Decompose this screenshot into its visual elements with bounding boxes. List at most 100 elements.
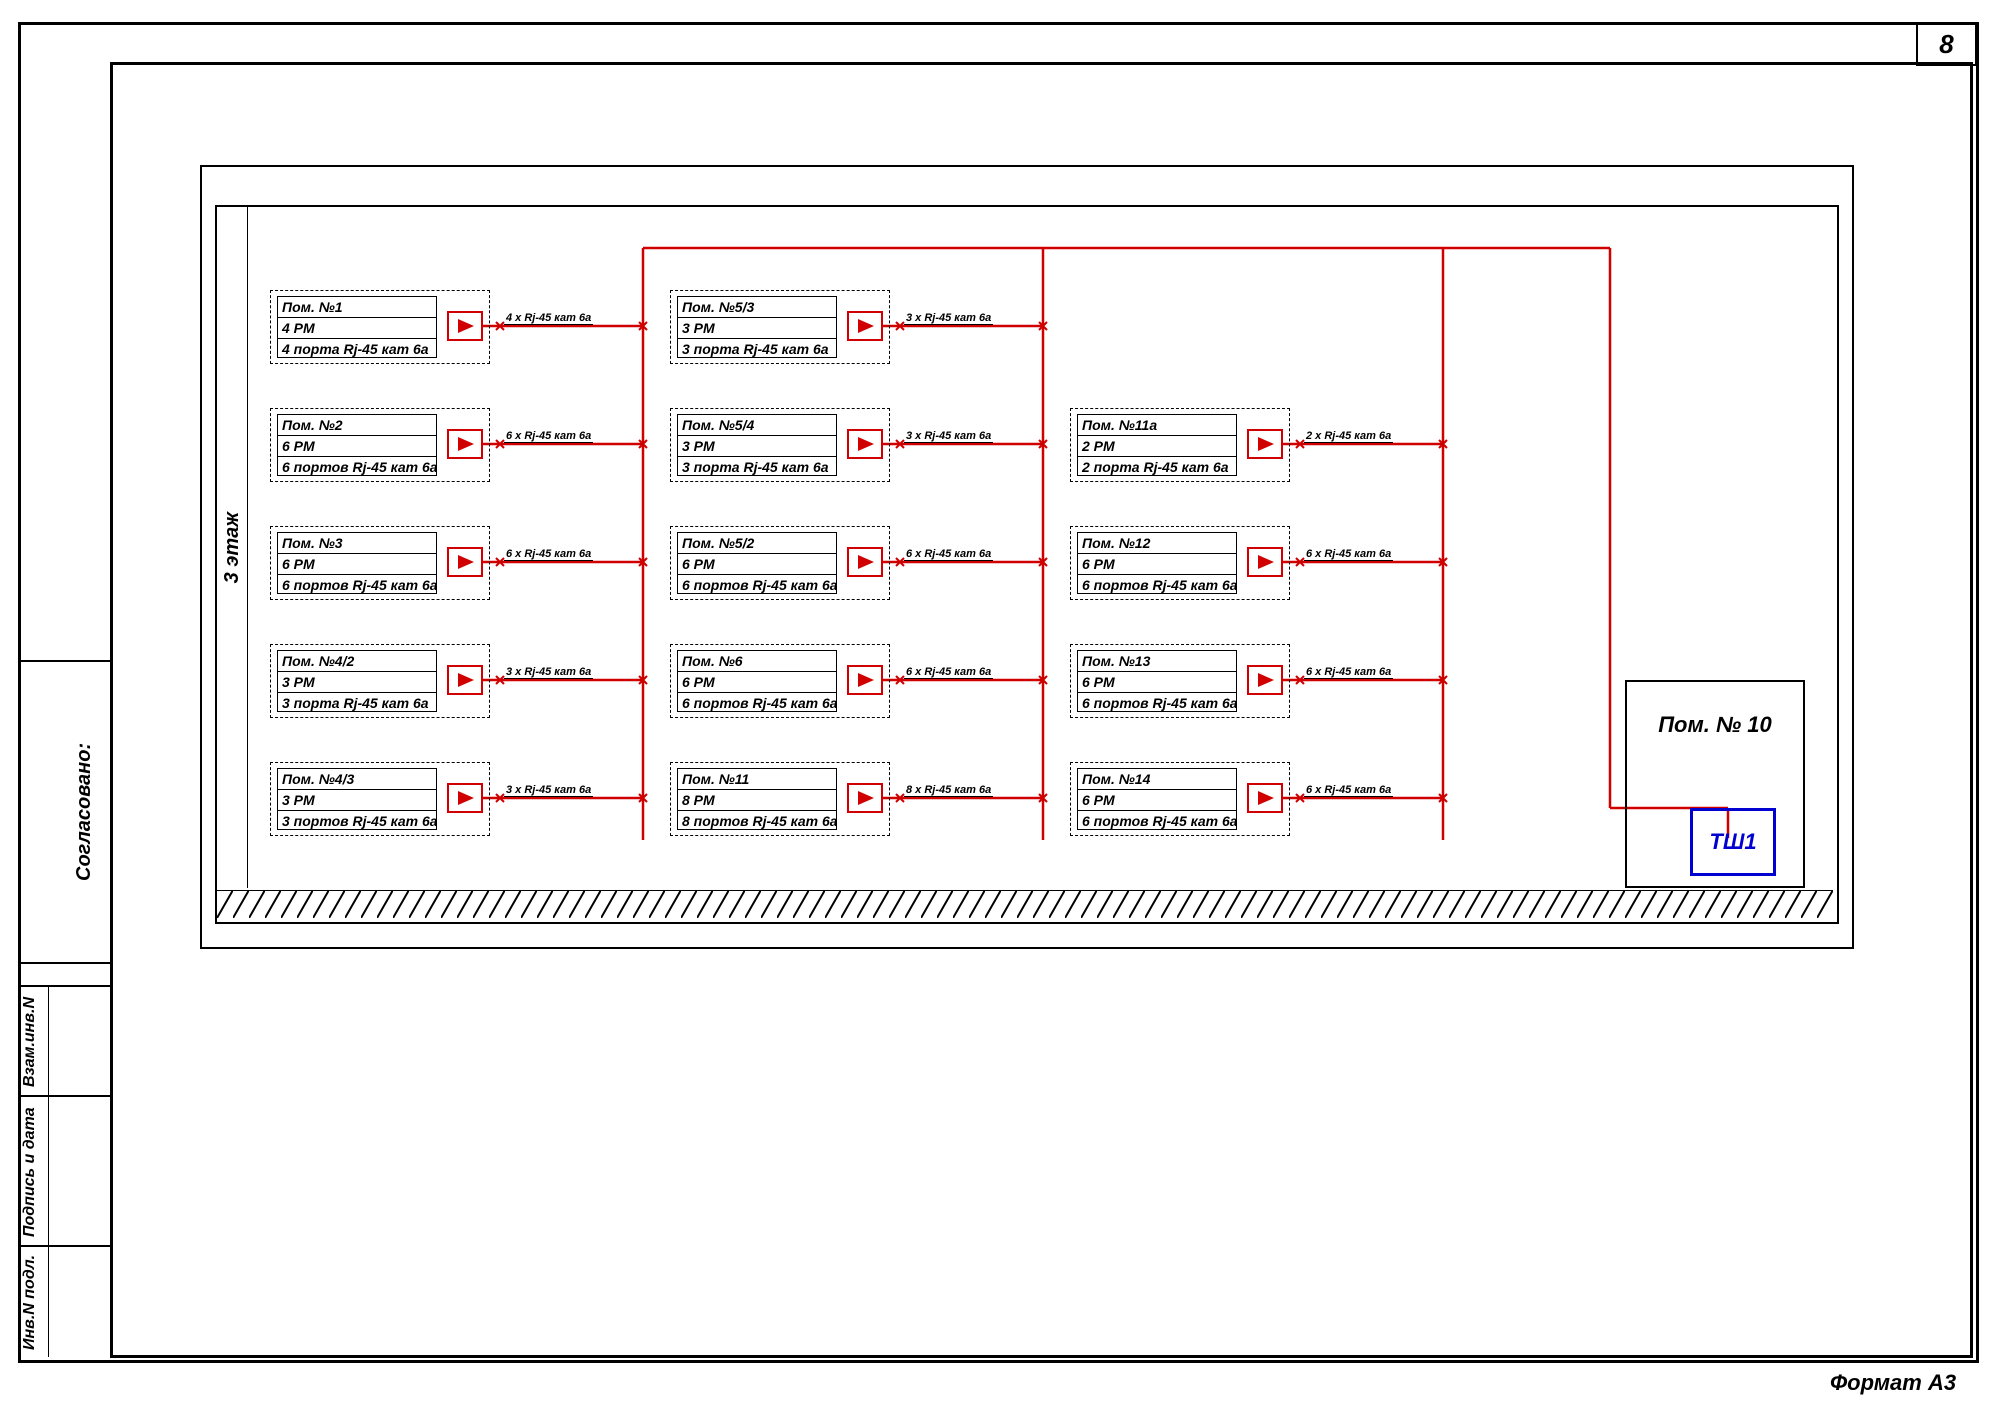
stamp-sign: Подпись и дата bbox=[18, 1095, 110, 1247]
room-box: Пом. №5/43 РМ3 порта Rj-45 кат 6а bbox=[677, 414, 837, 476]
cable-label: 6 х Rj-45 кат 6а bbox=[504, 548, 593, 561]
room-box: Пом. №146 РМ6 портов Rj-45 кат 6а bbox=[1077, 768, 1237, 830]
room-block: Пом. №118 РМ8 портов Rj-45 кат 6а bbox=[670, 762, 890, 836]
stamp-podl-text: Инв.N подл. bbox=[21, 1247, 39, 1357]
cable-label: 6 х Rj-45 кат 6а bbox=[1304, 784, 1393, 797]
floor-label: 3 этаж bbox=[221, 512, 244, 583]
room-ports: 6 портов Rj-45 кат 6а bbox=[678, 575, 836, 595]
room-title: Пом. №1 bbox=[278, 297, 436, 318]
sheet: 8 Формат А3 Согласовано: Взам.инв.N Подп… bbox=[0, 0, 2000, 1415]
room-ports: 8 портов Rj-45 кат 6а bbox=[678, 811, 836, 831]
stamp-agreed-text: Согласовано: bbox=[73, 662, 96, 962]
room-ports: 3 порта Rj-45 кат 6а bbox=[678, 457, 836, 477]
room-ports: 6 портов Rj-45 кат 6а bbox=[1078, 811, 1236, 831]
room-ports: 3 портов Rj-45 кат 6а bbox=[278, 811, 436, 831]
room-pm: 3 РМ bbox=[678, 436, 836, 457]
stamp-agreed: Согласовано: bbox=[18, 660, 110, 964]
room-title: Пом. №4/3 bbox=[278, 769, 436, 790]
room-box: Пом. №4/33 РМ3 портов Rj-45 кат 6а bbox=[277, 768, 437, 830]
sheet-number-text: 8 bbox=[1939, 29, 1953, 60]
cable-label: 2 х Rj-45 кат 6а bbox=[1304, 430, 1393, 443]
cable-label: 4 х Rj-45 кат 6а bbox=[504, 312, 593, 325]
room-pm: 3 РМ bbox=[278, 790, 436, 811]
cable-label: 6 х Rj-45 кат 6а bbox=[1304, 666, 1393, 679]
stamp-lower: Взам.инв.N Подпись и дата Инв.N подл. bbox=[18, 985, 110, 1357]
room-title: Пом. №5/2 bbox=[678, 533, 836, 554]
room-title: Пом. №5/4 bbox=[678, 415, 836, 436]
room-box: Пом. №14 РМ4 порта Rj-45 кат 6а bbox=[277, 296, 437, 358]
room-box: Пом. №118 РМ8 портов Rj-45 кат 6а bbox=[677, 768, 837, 830]
cable-label: 3 х Rj-45 кат 6а bbox=[904, 312, 993, 325]
room-ports: 2 порта Rj-45 кат 6а bbox=[1078, 457, 1236, 477]
room-ports: 6 портов Rj-45 кат 6а bbox=[278, 575, 436, 595]
room-ports: 3 порта Rj-45 кат 6а bbox=[678, 339, 836, 359]
room-pm: 6 РМ bbox=[1078, 790, 1236, 811]
cable-label: 6 х Rj-45 кат 6а bbox=[904, 548, 993, 561]
room-pm: 6 РМ bbox=[278, 554, 436, 575]
room-block: Пом. №5/33 РМ3 порта Rj-45 кат 6а bbox=[670, 290, 890, 364]
cable-label: 3 х Rj-45 кат 6а bbox=[504, 666, 593, 679]
room-box: Пом. №66 РМ6 портов Rj-45 кат 6а bbox=[677, 650, 837, 712]
room-box: Пом. №136 РМ6 портов Rj-45 кат 6а bbox=[1077, 650, 1237, 712]
room-block: Пом. №146 РМ6 портов Rj-45 кат 6а bbox=[1070, 762, 1290, 836]
room-box: Пом. №36 РМ6 портов Rj-45 кат 6а bbox=[277, 532, 437, 594]
room-box: Пом. №126 РМ6 портов Rj-45 кат 6а bbox=[1077, 532, 1237, 594]
format-label: Формат А3 bbox=[1830, 1370, 1956, 1396]
room-block: Пом. №136 РМ6 портов Rj-45 кат 6а bbox=[1070, 644, 1290, 718]
cable-label: 3 х Rj-45 кат 6а bbox=[904, 430, 993, 443]
room-block: Пом. №11а2 РМ2 порта Rj-45 кат 6а bbox=[1070, 408, 1290, 482]
cable-label: 6 х Rj-45 кат 6а bbox=[904, 666, 993, 679]
room-box: Пом. №4/23 РМ3 порта Rj-45 кат 6а bbox=[277, 650, 437, 712]
cable-label: 6 х Rj-45 кат 6а bbox=[504, 430, 593, 443]
floor-strip: 3 этаж bbox=[217, 207, 248, 888]
room-title: Пом. №5/3 bbox=[678, 297, 836, 318]
hatch-bottom bbox=[217, 890, 1833, 918]
room-title: Пом. №3 bbox=[278, 533, 436, 554]
tsh-box: ТШ1 bbox=[1690, 808, 1776, 876]
room-block: Пом. №26 РМ6 портов Rj-45 кат 6а bbox=[270, 408, 490, 482]
room-box: Пом. №11а2 РМ2 порта Rj-45 кат 6а bbox=[1077, 414, 1237, 476]
cable-label: 6 х Rj-45 кат 6а bbox=[1304, 548, 1393, 561]
room-pm: 6 РМ bbox=[1078, 554, 1236, 575]
room-box: Пом. №5/26 РМ6 портов Rj-45 кат 6а bbox=[677, 532, 837, 594]
room-ports: 6 портов Rj-45 кат 6а bbox=[278, 457, 436, 477]
room-ports: 4 порта Rj-45 кат 6а bbox=[278, 339, 436, 359]
tsh-label: ТШ1 bbox=[1709, 829, 1756, 855]
room-title: Пом. №12 bbox=[1078, 533, 1236, 554]
room-title: Пом. №11 bbox=[678, 769, 836, 790]
room-title: Пом. №4/2 bbox=[278, 651, 436, 672]
room-block: Пом. №36 РМ6 портов Rj-45 кат 6а bbox=[270, 526, 490, 600]
room-ports: 3 порта Rj-45 кат 6а bbox=[278, 693, 436, 713]
room-title: Пом. №6 bbox=[678, 651, 836, 672]
room-block: Пом. №126 РМ6 портов Rj-45 кат 6а bbox=[1070, 526, 1290, 600]
stamp-vzam: Взам.инв.N bbox=[18, 985, 110, 1097]
room-pm: 6 РМ bbox=[678, 554, 836, 575]
room-pm: 6 РМ bbox=[678, 672, 836, 693]
room-box: Пом. №5/33 РМ3 порта Rj-45 кат 6а bbox=[677, 296, 837, 358]
room-title: Пом. №13 bbox=[1078, 651, 1236, 672]
cable-label: 3 х Rj-45 кат 6а bbox=[504, 784, 593, 797]
room-ports: 6 портов Rj-45 кат 6а bbox=[678, 693, 836, 713]
cable-label: 8 х Rj-45 кат 6а bbox=[904, 784, 993, 797]
room-block: Пом. №66 РМ6 портов Rj-45 кат 6а bbox=[670, 644, 890, 718]
room-pm: 6 РМ bbox=[278, 436, 436, 457]
room-pm: 3 РМ bbox=[678, 318, 836, 339]
room-title: Пом. №14 bbox=[1078, 769, 1236, 790]
room-pm: 6 РМ bbox=[1078, 672, 1236, 693]
stamp-vzam-text: Взам.инв.N bbox=[21, 987, 39, 1097]
room-pm: 8 РМ bbox=[678, 790, 836, 811]
room-title: Пом. №2 bbox=[278, 415, 436, 436]
room-ports: 6 портов Rj-45 кат 6а bbox=[1078, 693, 1236, 713]
stamp-sign-text: Подпись и дата bbox=[21, 1097, 39, 1247]
room-block: Пом. №5/43 РМ3 порта Rj-45 кат 6а bbox=[670, 408, 890, 482]
room-box: Пом. №26 РМ6 портов Rj-45 кат 6а bbox=[277, 414, 437, 476]
room-pm: 4 РМ bbox=[278, 318, 436, 339]
room-block: Пом. №4/23 РМ3 порта Rj-45 кат 6а bbox=[270, 644, 490, 718]
room-block: Пом. №14 РМ4 порта Rj-45 кат 6а bbox=[270, 290, 490, 364]
room-title: Пом. №11а bbox=[1078, 415, 1236, 436]
room-ports: 6 портов Rj-45 кат 6а bbox=[1078, 575, 1236, 595]
sheet-number: 8 bbox=[1916, 22, 1977, 66]
room-block: Пом. №5/26 РМ6 портов Rj-45 кат 6а bbox=[670, 526, 890, 600]
room-pm: 2 РМ bbox=[1078, 436, 1236, 457]
stamp-podl: Инв.N подл. bbox=[18, 1245, 110, 1357]
